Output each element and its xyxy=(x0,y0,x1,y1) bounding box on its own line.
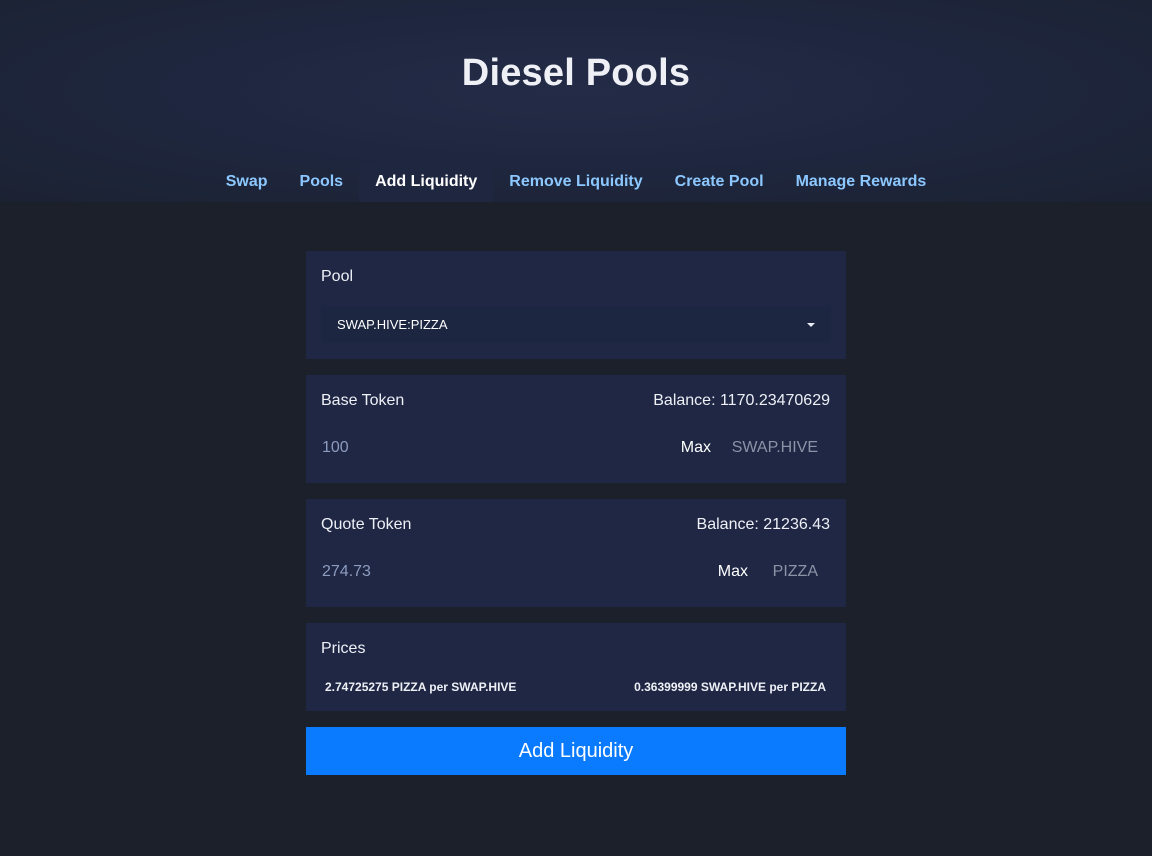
add-liquidity-button[interactable]: Add Liquidity xyxy=(306,727,846,775)
tab-manage-rewards[interactable]: Manage Rewards xyxy=(780,162,943,202)
price-base-to-quote: 2.74725275 PIZZA per SWAP.HIVE xyxy=(325,680,517,694)
header: Diesel Pools Swap Pools Add Liquidity Re… xyxy=(0,0,1152,202)
base-token-balance: Balance: 1170.23470629 xyxy=(653,392,830,409)
quote-amount-input[interactable] xyxy=(321,559,622,585)
tab-remove-liquidity[interactable]: Remove Liquidity xyxy=(493,162,658,202)
base-token-card: Base Token Balance: 1170.23470629 Max SW… xyxy=(306,375,846,483)
quote-token-label: Quote Token xyxy=(321,516,412,533)
price-quote-to-base: 0.36399999 SWAP.HIVE per PIZZA xyxy=(634,680,826,694)
prices-label: Prices xyxy=(321,640,366,657)
tab-create-pool[interactable]: Create Pool xyxy=(659,162,780,202)
quote-token-card: Quote Token Balance: 21236.43 Max PIZZA xyxy=(306,499,846,607)
pool-select[interactable]: SWAP.HIVE:PIZZA xyxy=(321,307,831,343)
prices-card: Prices 2.74725275 PIZZA per SWAP.HIVE 0.… xyxy=(306,623,846,711)
base-max-button[interactable]: Max xyxy=(681,439,711,457)
tab-add-liquidity[interactable]: Add Liquidity xyxy=(359,162,494,202)
quote-token-symbol: PIZZA xyxy=(772,563,818,580)
pool-label: Pool xyxy=(321,268,354,285)
pool-card: Pool SWAP.HIVE:PIZZA xyxy=(306,251,846,359)
quote-token-balance: Balance: 21236.43 xyxy=(696,516,830,533)
nav-tabs: Swap Pools Add Liquidity Remove Liquidit… xyxy=(0,162,1152,202)
page-title: Diesel Pools xyxy=(461,52,691,94)
caret-down-icon xyxy=(807,323,815,327)
quote-max-button[interactable]: Max xyxy=(718,563,748,581)
pool-select-value: SWAP.HIVE:PIZZA xyxy=(337,317,448,332)
base-token-symbol: SWAP.HIVE xyxy=(731,439,818,456)
base-token-label: Base Token xyxy=(321,392,405,409)
tab-pools[interactable]: Pools xyxy=(284,162,360,202)
base-amount-input[interactable] xyxy=(321,435,622,461)
tab-swap[interactable]: Swap xyxy=(210,162,284,202)
